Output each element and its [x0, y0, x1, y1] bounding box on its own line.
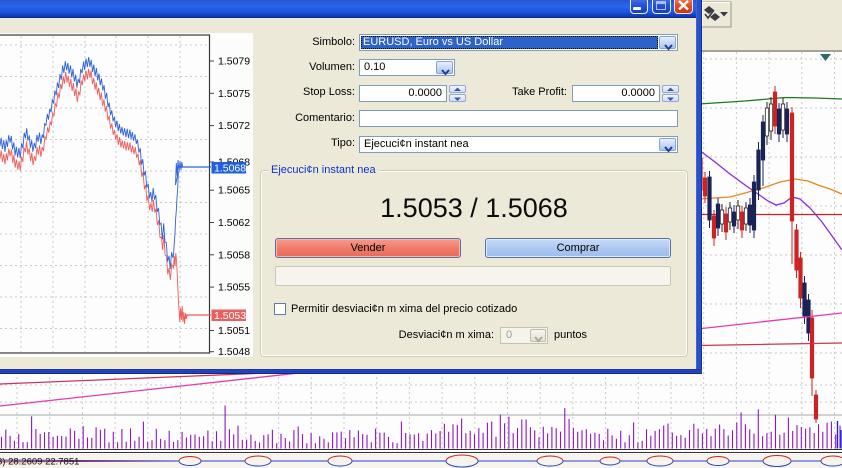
svg-text:1.5051: 1.5051 [218, 325, 250, 337]
svg-text:1.5058: 1.5058 [218, 249, 250, 261]
svg-text:1.5065: 1.5065 [218, 185, 250, 197]
svg-text:1.5075: 1.5075 [218, 88, 250, 100]
svg-text:1.5053: 1.5053 [214, 310, 246, 322]
svg-text:1.5072: 1.5072 [218, 120, 250, 132]
svg-text:1.5048: 1.5048 [218, 346, 250, 357]
svg-text:1.5055: 1.5055 [218, 282, 250, 294]
svg-text:1.5079: 1.5079 [218, 56, 250, 68]
svg-text:1.5062: 1.5062 [218, 217, 250, 229]
svg-text:1.5068: 1.5068 [214, 162, 246, 174]
svg-text:8) 28.2609 22.7851: 8) 28.2609 22.7851 [0, 457, 79, 468]
